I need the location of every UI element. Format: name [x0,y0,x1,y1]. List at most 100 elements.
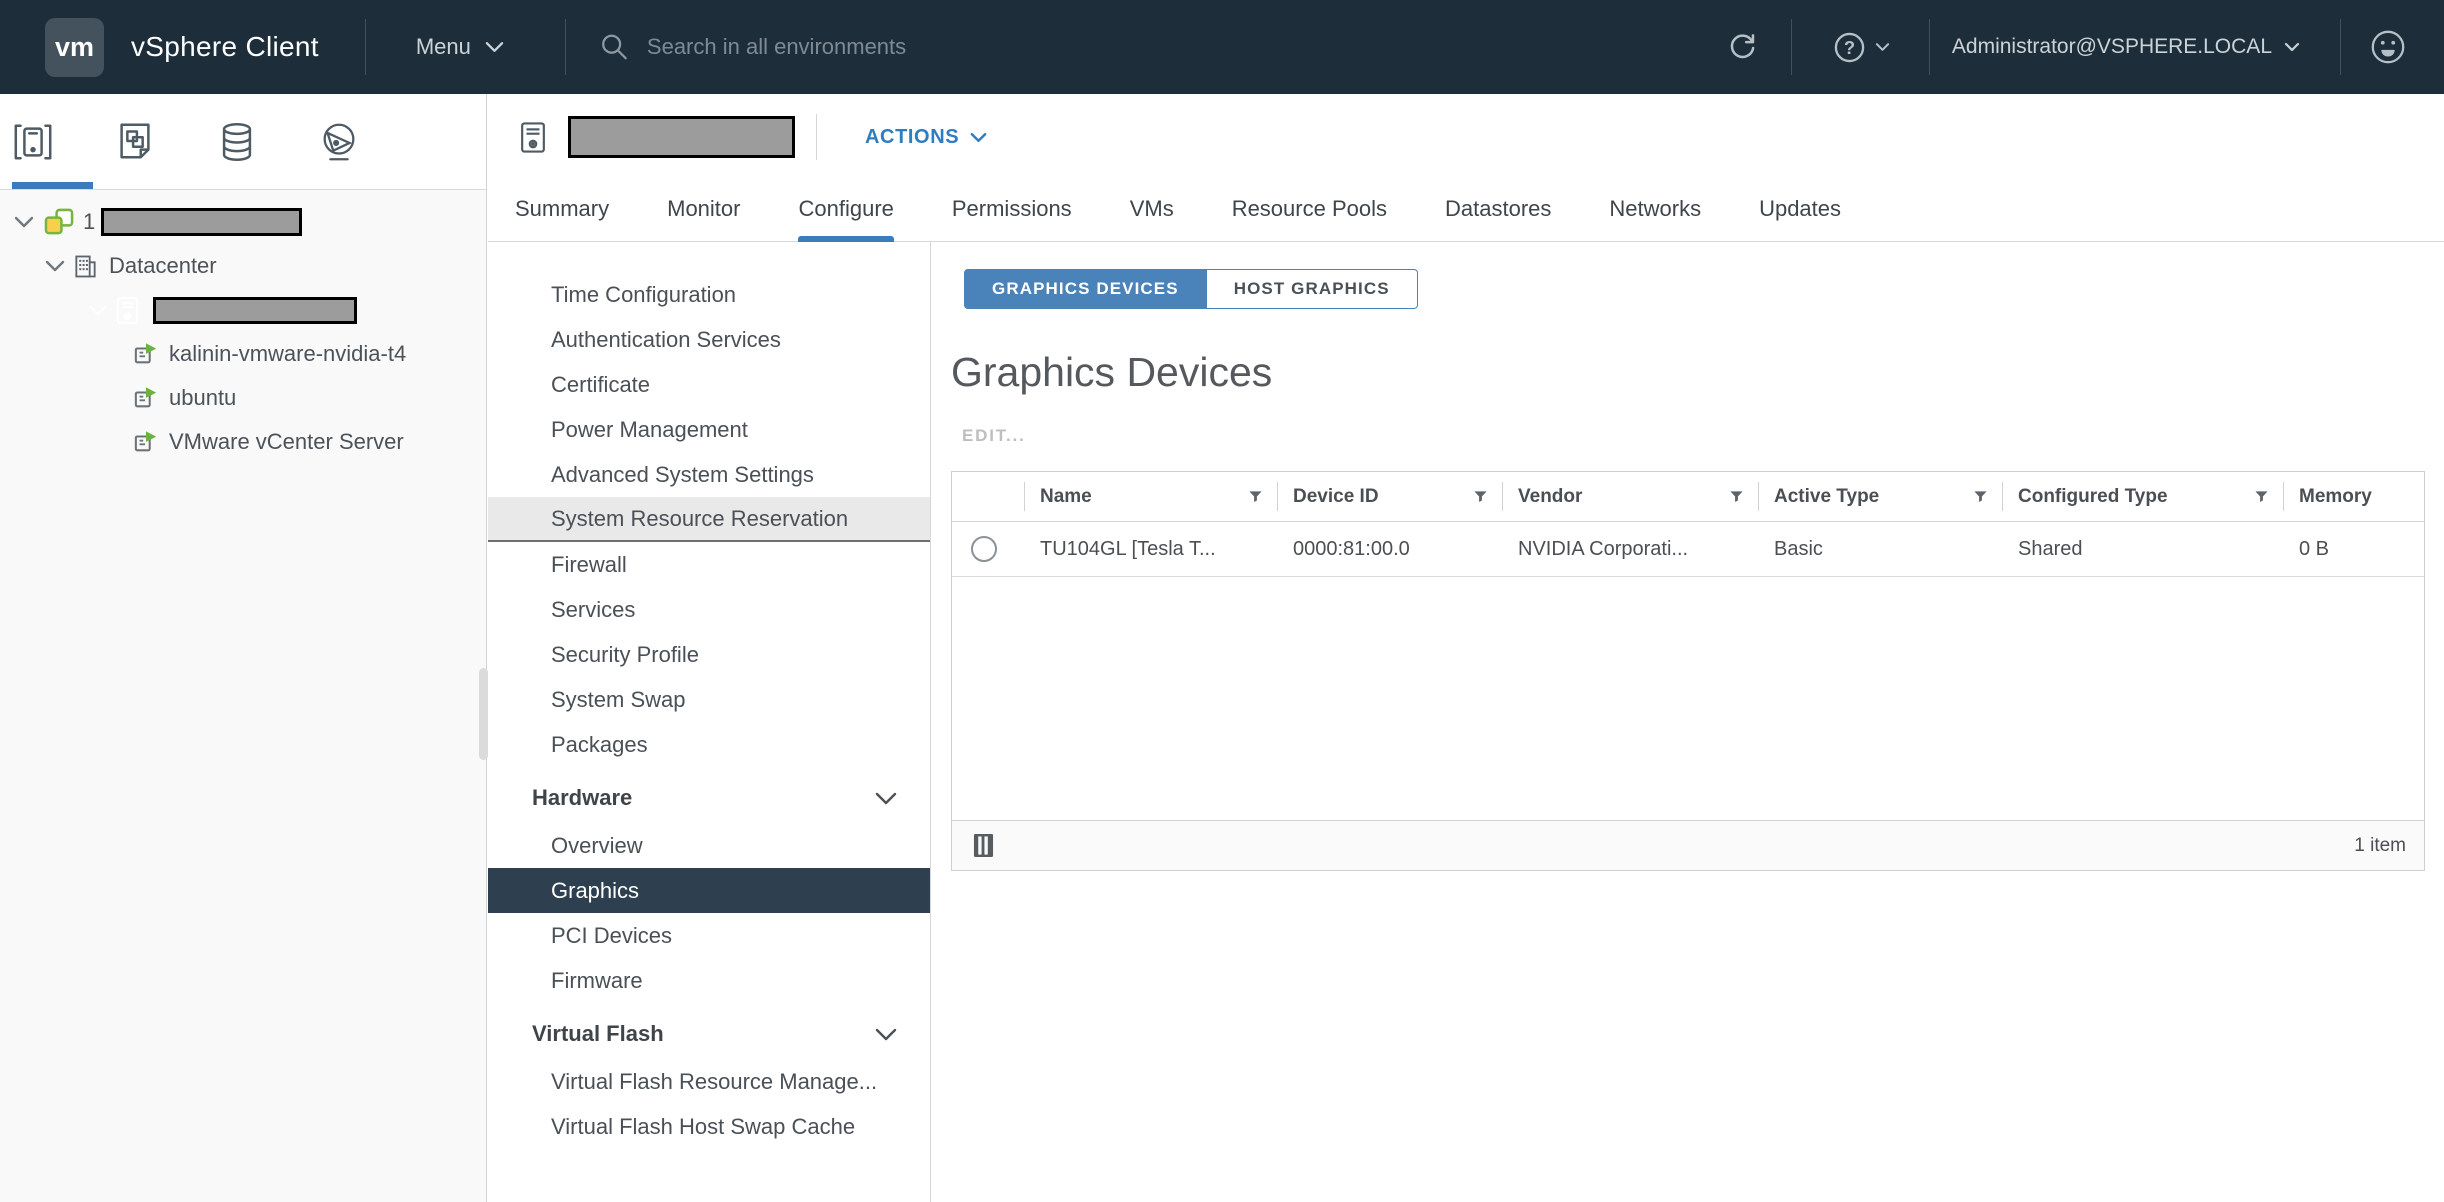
host-icon [116,296,139,325]
vmware-logo[interactable]: vm [45,18,104,77]
search-placeholder: Search in all environments [647,34,906,60]
subnav-item-time-configuration[interactable]: Time Configuration [488,272,930,317]
header-divider [365,19,366,75]
filter-icon[interactable] [1729,489,1744,504]
top-header-bar: vm vSphere Client Menu Search in all env… [0,0,2444,94]
redacted-vcenter-name [101,208,302,236]
tree-item-label: kalinin-vmware-nvidia-t4 [169,341,406,367]
column-label: Vendor [1518,486,1582,508]
vms-and-templates-icon[interactable] [113,120,157,164]
chevron-down-icon[interactable] [45,260,65,272]
column-header-active-type[interactable]: Active Type [1758,472,2002,521]
chevron-down-icon [1875,42,1890,52]
subnav-item-advanced-system-settings[interactable]: Advanced System Settings [488,452,930,497]
vmware-logo-text: vm [55,32,94,63]
tab-datastores[interactable]: Datastores [1445,196,1551,241]
tree-item-vcenter[interactable]: 1 [0,200,486,244]
object-workspace: ACTIONS Summary Monitor Configure Permis… [488,94,2444,1202]
tab-vms[interactable]: VMs [1130,196,1174,241]
subnav-item-virtual-flash-host-swap-cache[interactable]: Virtual Flash Host Swap Cache [488,1104,930,1149]
tree-item-datacenter[interactable]: Datacenter [0,244,486,288]
refresh-icon[interactable] [1727,32,1758,63]
tab-resource-pools[interactable]: Resource Pools [1232,196,1387,241]
subnav-item-authentication-services[interactable]: Authentication Services [488,317,930,362]
svg-text:?: ? [1844,36,1855,57]
tree-item-vm[interactable]: ubuntu [0,376,486,420]
cell-device-id: 0000:81:00.0 [1277,538,1502,561]
menu-button[interactable]: Menu [416,34,504,60]
chevron-down-icon[interactable] [14,216,34,228]
filter-icon[interactable] [1473,489,1488,504]
subnav-item-security-profile[interactable]: Security Profile [488,632,930,677]
tab-configure[interactable]: Configure [798,196,893,241]
subnav-item-virtual-flash-resource-management[interactable]: Virtual Flash Resource Manage... [488,1059,930,1104]
subnav-item-firmware[interactable]: Firmware [488,958,930,1003]
header-divider [2340,19,2341,75]
subnav-item-certificate[interactable]: Certificate [488,362,930,407]
tree-item-host-selected[interactable] [0,288,486,332]
subnav-item-packages[interactable]: Packages [488,722,930,767]
subnav-item-system-resource-reservation[interactable]: System Resource Reservation [488,497,930,542]
column-header-configured-type[interactable]: Configured Type [2002,472,2283,521]
column-header-memory[interactable]: Memory [2283,472,2424,521]
tree-item-label: ubuntu [169,385,236,411]
subnav-group-virtual-flash[interactable]: Virtual Flash [488,1009,930,1059]
column-header-name[interactable]: Name [1024,472,1277,521]
storage-icon[interactable] [215,120,259,164]
help-menu-button[interactable]: ? [1833,31,1890,64]
subnav-group-hardware[interactable]: Hardware [488,773,930,823]
filter-icon[interactable] [2254,489,2269,504]
subnav-item-firewall[interactable]: Firewall [488,542,930,587]
selected-nav-underline [12,182,93,189]
column-header-device-id[interactable]: Device ID [1277,472,1502,521]
host-graphics-toggle-button[interactable]: HOST GRAPHICS [1207,269,1418,309]
chevron-down-icon [2284,42,2300,52]
entity-header: ACTIONS [488,94,2444,180]
chevron-down-icon [485,41,504,53]
subnav-item-services[interactable]: Services [488,587,930,632]
inventory-tree: 1 Datacenter [0,190,486,464]
tab-permissions[interactable]: Permissions [952,196,1072,241]
networking-icon[interactable] [317,120,361,164]
datacenter-icon [73,254,98,279]
object-tabs: Summary Monitor Configure Permissions VM… [488,180,2444,242]
subnav-item-graphics[interactable]: Graphics [488,868,930,913]
filter-icon[interactable] [1248,489,1263,504]
panel-resize-handle[interactable] [479,668,488,760]
column-header-vendor[interactable]: Vendor [1502,472,1758,521]
header-divider [1791,19,1792,75]
actions-button[interactable]: ACTIONS [865,126,987,149]
tree-item-vm[interactable]: kalinin-vmware-nvidia-t4 [0,332,486,376]
tab-updates[interactable]: Updates [1759,196,1841,241]
host-icon [520,121,546,154]
global-search-input[interactable]: Search in all environments [599,32,906,62]
header-right-group: ? Administrator@VSPHERE.LOCAL [1727,19,2407,75]
menu-label: Menu [416,34,471,60]
user-menu-button[interactable]: Administrator@VSPHERE.LOCAL [1952,35,2300,59]
subnav-item-overview[interactable]: Overview [488,823,930,868]
subnav-item-system-swap[interactable]: System Swap [488,677,930,722]
header-divider [565,19,566,75]
table-row[interactable]: TU104GL [Tesla T... 0000:81:00.0 NVIDIA … [952,521,2424,577]
chevron-down-icon [875,792,897,805]
tree-item-vm[interactable]: VMware vCenter Server [0,420,486,464]
inventory-panel: 1 Datacenter [0,94,487,1202]
search-icon [599,32,629,62]
filter-icon[interactable] [1973,489,1988,504]
chevron-down-icon[interactable] [89,305,107,316]
subnav-item-pci-devices[interactable]: PCI Devices [488,913,930,958]
chevron-down-icon [970,132,987,143]
tab-monitor[interactable]: Monitor [667,196,740,241]
tree-item-label: Datacenter [109,253,217,279]
subnav-item-power-management[interactable]: Power Management [488,407,930,452]
tree-item-label: VMware vCenter Server [169,429,404,455]
tab-summary[interactable]: Summary [515,196,609,241]
graphics-devices-toggle-button[interactable]: GRAPHICS DEVICES [964,269,1207,309]
edit-button[interactable]: EDIT... [962,426,1026,446]
user-avatar-icon[interactable] [2369,28,2407,66]
row-radio-button[interactable] [971,536,997,562]
hosts-and-clusters-icon[interactable] [11,120,55,164]
tab-networks[interactable]: Networks [1609,196,1701,241]
page-title: Graphics Devices [951,349,2425,396]
column-selector-icon[interactable] [973,833,994,858]
